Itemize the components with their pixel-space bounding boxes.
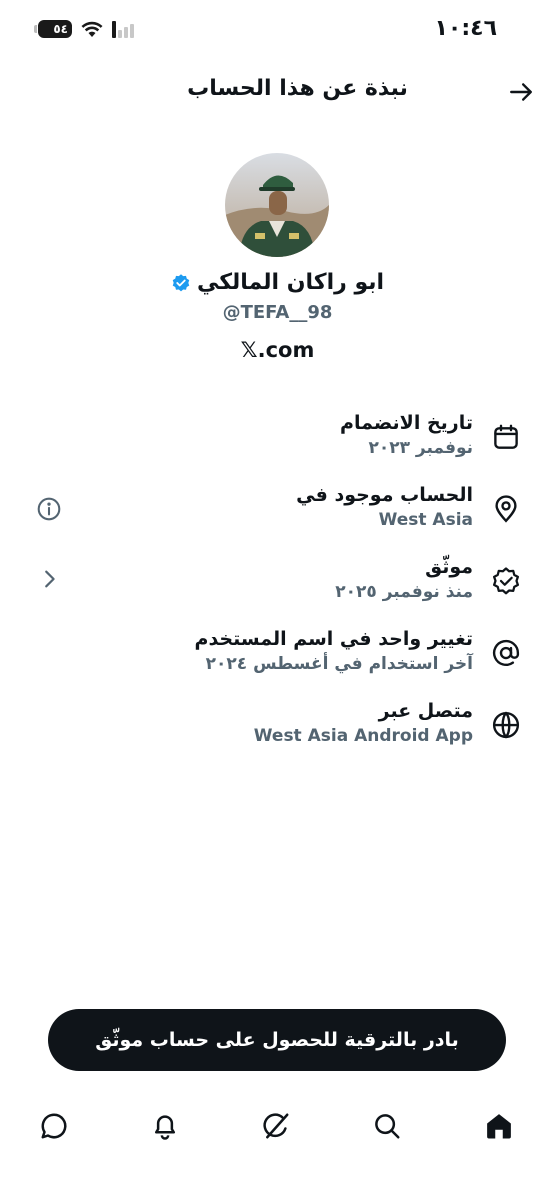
info-title: الحساب موجود في — [296, 484, 473, 506]
nav-notifications[interactable] — [147, 1108, 183, 1144]
arrow-right-icon — [510, 83, 532, 101]
upgrade-verified-button[interactable]: بادر بالترقية للحصول على حساب موثّق — [48, 1009, 506, 1071]
info-title: موثّق — [425, 556, 473, 578]
info-row-username-changes: تغيير واحد في اسم المستخدم آخر استخدام ف… — [0, 626, 555, 686]
verified-badge-icon — [493, 567, 519, 595]
verified-details-button[interactable] — [34, 564, 64, 594]
nav-grok[interactable] — [258, 1108, 294, 1144]
avatar[interactable] — [225, 153, 329, 257]
home-icon — [487, 1114, 511, 1139]
at-sign-icon — [492, 639, 520, 666]
status-icons: ٥٤ — [34, 20, 134, 38]
page-title: نبذة عن هذا الحساب — [187, 76, 408, 101]
wifi-icon — [81, 21, 103, 37]
bottom-nav — [0, 1100, 555, 1150]
search-icon — [375, 1114, 400, 1139]
nav-home[interactable] — [481, 1108, 517, 1144]
nav-messages[interactable] — [36, 1108, 72, 1144]
chevron-left-icon — [45, 570, 55, 588]
globe-icon — [492, 711, 520, 739]
back-button[interactable] — [503, 74, 539, 110]
location-pin-icon — [495, 495, 517, 523]
info-title: تغيير واحد في اسم المستخدم — [194, 628, 473, 650]
calendar-icon — [494, 424, 518, 449]
messages-icon — [41, 1113, 67, 1139]
battery-icon: ٥٤ — [34, 20, 72, 38]
profile-link[interactable]: 𝕏.com — [0, 338, 555, 362]
info-row-location: الحساب موجود في West Asia — [0, 482, 555, 542]
battery-level: ٥٤ — [53, 22, 68, 36]
info-value: نوفمبر ٢٠٢٣ — [368, 438, 473, 458]
verified-badge-icon — [172, 273, 190, 291]
info-value: آخر استخدام في أغسطس ٢٠٢٤ — [205, 654, 473, 674]
info-value: منذ نوفمبر ٢٠٢٥ — [335, 582, 473, 602]
info-title: متصل عبر — [378, 700, 473, 722]
status-bar: ٥٤ ١٠:٤٦ — [0, 0, 555, 62]
top-bar: نبذة عن هذا الحساب — [0, 62, 555, 118]
info-title: تاريخ الانضمام — [340, 412, 473, 434]
nav-search[interactable] — [369, 1108, 405, 1144]
status-time: ١٠:٤٦ — [434, 16, 497, 41]
avatar-image — [225, 153, 329, 257]
notifications-icon — [155, 1115, 175, 1140]
cell-signal-icon — [112, 20, 134, 38]
location-info-button[interactable] — [34, 494, 64, 524]
profile-name-row: ابو راكان المالكي — [0, 270, 555, 295]
info-row-joined: تاريخ الانضمام نوفمبر ٢٠٢٣ — [0, 410, 555, 470]
info-row-verified[interactable]: موثّق منذ نوفمبر ٢٠٢٥ — [0, 554, 555, 614]
profile-handle: @TEFA__98 — [222, 302, 333, 323]
display-name: ابو راكان المالكي — [196, 270, 385, 295]
info-circle-icon — [37, 497, 61, 521]
info-value: West Asia Android App — [253, 726, 473, 746]
info-value: West Asia — [378, 510, 473, 530]
grok-icon — [263, 1113, 289, 1139]
info-row-connected-via: متصل عبر West Asia Android App — [0, 698, 555, 758]
